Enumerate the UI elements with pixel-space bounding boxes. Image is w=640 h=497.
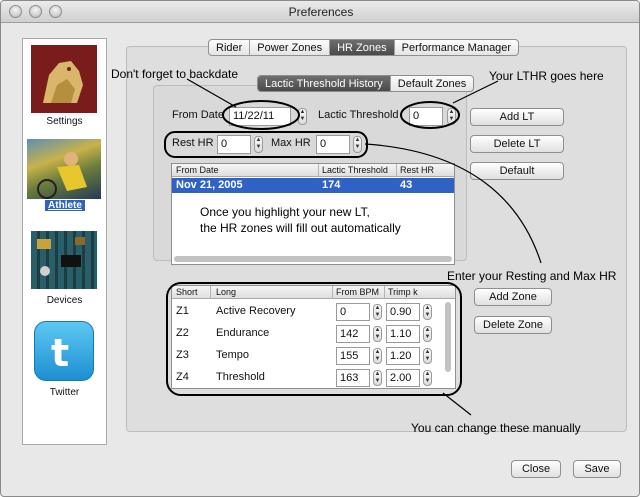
from-date-field[interactable]: 11/22/11 [229, 107, 291, 126]
cell-trimp-field[interactable]: 1.20 [386, 347, 420, 365]
cell-short: Z2 [176, 327, 189, 339]
rest-hr-stepper[interactable]: ▲ ▼ [254, 136, 263, 153]
cell-short: Z4 [176, 371, 189, 383]
cell-long: Threshold [216, 371, 265, 383]
vertical-scrollbar[interactable] [445, 302, 451, 372]
column-header[interactable]: Trimp k [388, 287, 418, 297]
column-header[interactable]: From Date [176, 165, 219, 175]
from-bpm-stepper[interactable]: ▲ ▼ [373, 370, 382, 386]
sidebar: Settings Athlete Devices t Twitter [22, 38, 107, 445]
lactic-threshold-label: Lactic Threshold [318, 109, 399, 121]
sub-tabs: Lactic Threshold History Default Zones [257, 75, 475, 92]
column-header[interactable]: Rest HR [400, 165, 434, 175]
annotation-highlight-line1: Once you highlight your new LT, [200, 205, 370, 219]
cell-from-bpm-field[interactable]: 142 [336, 325, 370, 343]
table-row[interactable]: Nov 21, 2005 174 43 [172, 178, 454, 193]
cell-rest-hr: 43 [400, 179, 413, 191]
trimp-stepper[interactable]: ▲ ▼ [423, 348, 432, 364]
default-button[interactable]: Default [470, 162, 564, 180]
twitter-bird-icon: t [34, 321, 94, 381]
table-row[interactable]: Z2 Endurance 142 ▲ ▼ 1.10 ▲ ▼ [172, 324, 442, 346]
max-hr-label: Max HR [271, 137, 311, 149]
sidebar-item-twitter[interactable]: t Twitter [23, 319, 106, 399]
cell-trimp-field[interactable]: 0.90 [386, 303, 420, 321]
cell-from-bpm-field[interactable]: 155 [336, 347, 370, 365]
cell-trimp-field[interactable]: 1.10 [386, 325, 420, 343]
annotation-manual: You can change these manually [411, 421, 581, 435]
trimp-stepper[interactable]: ▲ ▼ [423, 326, 432, 342]
column-header[interactable]: Long [216, 287, 236, 297]
from-bpm-stepper[interactable]: ▲ ▼ [373, 326, 382, 342]
tab-hr-zones[interactable]: HR Zones [330, 40, 395, 55]
tab-lactic-threshold-history[interactable]: Lactic Threshold History [258, 76, 391, 91]
zones-table[interactable]: Short Long From BPM Trimp k Z1 Active Rec… [171, 285, 456, 389]
sidebar-item-devices[interactable]: Devices [23, 229, 106, 309]
table-row[interactable]: Z1 Active Recovery 0 ▲ ▼ 0.90 ▲ ▼ [172, 302, 442, 324]
preferences-window: Preferences Settings Athlete Devices t T… [0, 0, 640, 497]
cell-from-date: Nov 21, 2005 [176, 179, 243, 191]
column-header[interactable]: From BPM [336, 287, 379, 297]
settings-lion-icon [31, 45, 97, 113]
cell-long: Tempo [216, 349, 250, 361]
tab-rider[interactable]: Rider [209, 40, 251, 55]
from-bpm-stepper[interactable]: ▲ ▼ [373, 348, 382, 364]
sidebar-item-label: Twitter [49, 387, 80, 398]
cell-trimp-field[interactable]: 2.00 [386, 369, 420, 387]
annotation-backdate: Don't forget to backdate [111, 67, 239, 81]
annotation-resting-max: Enter your Resting and Max HR [447, 269, 617, 283]
add-lt-button[interactable]: Add LT [470, 108, 564, 126]
sidebar-item-athlete[interactable]: Athlete [23, 137, 106, 217]
from-bpm-stepper[interactable]: ▲ ▼ [373, 304, 382, 320]
devices-circuit-icon [31, 231, 97, 289]
column-header[interactable]: Short [176, 287, 198, 297]
lactic-threshold-stepper[interactable]: ▲ ▼ [447, 108, 456, 125]
sidebar-item-label: Devices [46, 295, 83, 306]
zones-table-header: Short Long From BPM Trimp k [172, 286, 455, 299]
svg-text:t: t [51, 331, 69, 375]
title-bar: Preferences [1, 1, 639, 23]
delete-lt-button[interactable]: Delete LT [470, 135, 564, 153]
add-zone-button[interactable]: Add Zone [474, 288, 552, 306]
sidebar-item-label: Settings [46, 116, 83, 127]
tab-performance-manager[interactable]: Performance Manager [395, 40, 518, 55]
table-row[interactable]: Z3 Tempo 155 ▲ ▼ 1.20 ▲ ▼ [172, 346, 442, 368]
tab-default-zones[interactable]: Default Zones [391, 76, 473, 91]
delete-zone-button[interactable]: Delete Zone [474, 316, 552, 334]
column-header[interactable]: Lactic Threshold [322, 165, 388, 175]
annotation-lthr: Your LTHR goes here [489, 69, 604, 83]
close-button[interactable]: Close [511, 460, 561, 478]
from-date-label: From Date [172, 109, 224, 121]
athlete-cyclist-icon [27, 139, 101, 199]
annotation-highlight-line2: the HR zones will fill out automatically [200, 221, 401, 235]
save-button[interactable]: Save [573, 460, 621, 478]
main-tabs: Rider Power Zones HR Zones Performance M… [208, 39, 520, 56]
cell-from-bpm-field[interactable]: 163 [336, 369, 370, 387]
cell-short: Z1 [176, 305, 189, 317]
lactic-threshold-field[interactable]: 0 [409, 107, 443, 126]
cell-short: Z3 [176, 349, 189, 361]
sidebar-item-label: Athlete [45, 200, 85, 211]
max-hr-field[interactable]: 0 [316, 135, 350, 154]
cell-long: Active Recovery [216, 305, 296, 317]
cell-from-bpm-field[interactable]: 0 [336, 303, 370, 321]
lt-table-header: From Date Lactic Threshold Rest HR [172, 164, 454, 177]
tab-power-zones[interactable]: Power Zones [250, 40, 331, 55]
sidebar-item-settings[interactable]: Settings [23, 41, 106, 133]
window-title: Preferences [288, 5, 354, 19]
rest-hr-field[interactable]: 0 [217, 135, 251, 154]
max-hr-stepper[interactable]: ▲ ▼ [353, 136, 362, 153]
rest-hr-label: Rest HR [172, 137, 214, 149]
from-date-stepper[interactable]: ▲ ▼ [298, 108, 307, 125]
table-row[interactable]: Z4 Threshold 163 ▲ ▼ 2.00 ▲ ▼ [172, 368, 442, 388]
horizontal-scrollbar[interactable] [174, 256, 452, 262]
trimp-stepper[interactable]: ▲ ▼ [423, 370, 432, 386]
cell-lt: 174 [322, 179, 341, 191]
cell-long: Endurance [216, 327, 270, 339]
trimp-stepper[interactable]: ▲ ▼ [423, 304, 432, 320]
